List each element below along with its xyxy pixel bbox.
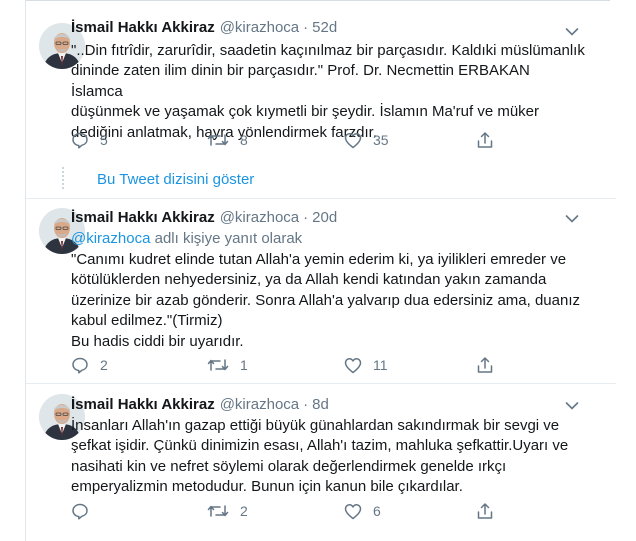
share-button[interactable] [476, 130, 494, 150]
share-icon [477, 503, 493, 519]
timestamp[interactable]: 8d [312, 396, 329, 413]
tweet-text: "Canımı kudret elinde tutan Allah'a yemi… [71, 250, 585, 352]
reply-button[interactable]: 2 [71, 355, 108, 375]
reply-mention-link[interactable]: @kirazhoca [71, 230, 150, 247]
heart-icon [344, 357, 362, 373]
tweet-actions: 5 8 35 [71, 130, 511, 150]
share-button[interactable] [476, 355, 494, 375]
tweet-text-line: "..Din fıtrîdir, zarurîdir, saadetin kaç… [71, 42, 585, 59]
display-name[interactable]: İsmail Hakkı Akkiraz [71, 209, 215, 226]
tweet-header: İsmail Hakkı Akkiraz @kirazhoca · 8d [71, 396, 329, 416]
tweet-text-line: emperyalizmin metodudur. Bunun için kanu… [71, 478, 463, 496]
tweet-text: İnsanları Allah'ın gazap ettiği büyük gü… [71, 416, 585, 498]
like-count: 11 [373, 357, 388, 373]
share-icon [477, 357, 493, 373]
separator-dot: · [303, 396, 309, 413]
reply-button[interactable]: 5 [71, 130, 108, 150]
show-thread-link[interactable]: Bu Tweet dizisini göster [97, 171, 254, 188]
heart-icon [344, 503, 362, 519]
chevron-down-icon[interactable] [565, 214, 579, 224]
retweet-button[interactable]: 2 [207, 501, 248, 521]
display-name[interactable]: İsmail Hakkı Akkiraz [71, 19, 215, 36]
reply-icon [72, 503, 88, 520]
user-handle[interactable]: @kirazhoca [220, 396, 299, 413]
heart-icon [344, 132, 362, 148]
reply-count: 2 [100, 357, 108, 373]
chevron-down-icon[interactable] [565, 401, 579, 411]
reply-icon [72, 132, 88, 149]
share-icon [477, 132, 493, 148]
user-handle[interactable]: @kirazhoca [220, 209, 299, 226]
like-button[interactable]: 6 [344, 501, 381, 521]
divider [26, 198, 616, 199]
display-name[interactable]: İsmail Hakkı Akkiraz [71, 396, 215, 413]
reply-button[interactable] [71, 501, 100, 521]
like-button[interactable]: 11 [344, 355, 388, 375]
reply-context: @kirazhoca adlı kişiye yanıt olarak [71, 230, 302, 247]
tweet-text-line: kötülüklerden nehyedersiniz, ya da Allah… [71, 271, 547, 289]
share-button[interactable] [476, 501, 494, 521]
like-button[interactable]: 35 [344, 130, 389, 150]
tweet-text-line: "Canımı kudret elinde tutan Allah'a yemi… [71, 251, 567, 268]
tweet-text-line: şefkat işidir. Çünkü dinimizin esası, Al… [71, 437, 569, 455]
separator-dot: · [303, 209, 309, 226]
like-count: 6 [373, 503, 381, 519]
retweet-icon [207, 359, 229, 371]
retweet-count: 1 [240, 357, 248, 373]
tweet-header: İsmail Hakkı Akkiraz @kirazhoca · 20d [71, 209, 337, 229]
retweet-icon [207, 134, 229, 146]
tweet-header: İsmail Hakkı Akkiraz @kirazhoca · 52d [71, 19, 337, 39]
tweet-text: "..Din fıtrîdir, zarurîdir, saadetin kaç… [71, 41, 585, 143]
retweet-icon [207, 505, 229, 517]
tweet-text-line: üzerinize bir azab gönderir. Sonra Allah… [71, 291, 580, 309]
retweet-button[interactable]: 1 [207, 355, 248, 375]
reply-count: 5 [100, 132, 108, 148]
tweet-text-line: dininde zaten ilim dinin bir parçasıdır.… [71, 62, 530, 100]
tweet-actions: 2 1 11 [71, 355, 511, 375]
timeline-left-border [25, 0, 26, 541]
user-handle[interactable]: @kirazhoca [220, 19, 299, 36]
like-count: 35 [373, 132, 389, 148]
divider [26, 383, 616, 384]
tweet-text-line: Bu hadis ciddi bir uyarıdır. [71, 332, 244, 350]
separator-dot: · [303, 19, 309, 36]
timeline-top-border [26, 0, 610, 1]
retweet-count: 2 [240, 503, 248, 519]
tweet-text-line: İnsanları Allah'ın gazap ettiği büyük gü… [71, 417, 560, 434]
tweet-text-line: düşünmek ve yaşamak çok kıymetli bir şey… [71, 103, 540, 121]
reply-context-text: adlı kişiye yanıt olarak [150, 230, 303, 247]
tweet-actions: 2 6 [71, 501, 511, 521]
timestamp[interactable]: 20d [312, 209, 337, 226]
thread-connector [62, 167, 64, 191]
tweet-text-line: kabul edilmez."(Tirmiz) [71, 312, 223, 330]
reply-icon [72, 357, 88, 374]
tweet-text-line: nasihati kin ve nefret söylemi olarak de… [71, 457, 507, 475]
timestamp[interactable]: 52d [312, 19, 337, 36]
chevron-down-icon[interactable] [565, 27, 579, 37]
retweet-count: 8 [240, 132, 248, 148]
retweet-button[interactable]: 8 [207, 130, 248, 150]
